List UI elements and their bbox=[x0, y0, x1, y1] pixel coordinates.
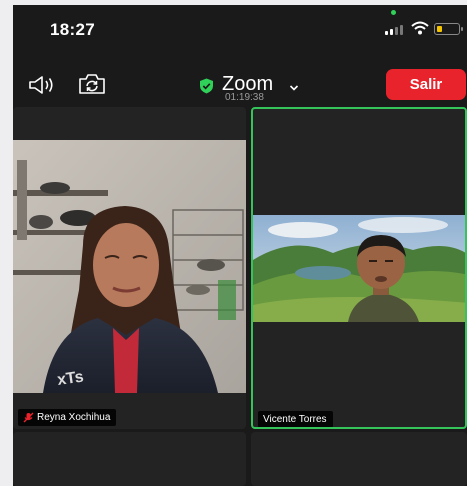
participant-tile-active-speaker[interactable]: Vicente Torres bbox=[251, 107, 467, 429]
muted-mic-icon bbox=[23, 412, 34, 423]
camera-switch-icon[interactable] bbox=[77, 71, 107, 97]
cellular-signal-icon bbox=[385, 23, 407, 35]
battery-icon bbox=[434, 23, 463, 35]
participant-tile[interactable]: xTs Reyna Xochihua bbox=[13, 107, 246, 429]
participant-tile-empty[interactable] bbox=[13, 432, 246, 486]
camera-in-use-indicator bbox=[391, 10, 396, 15]
shield-check-icon bbox=[199, 78, 214, 94]
participant-name: Vicente Torres bbox=[263, 414, 327, 425]
wifi-icon bbox=[411, 21, 429, 35]
participant-nameplate: Vicente Torres bbox=[258, 411, 333, 427]
meeting-timer: 01:19:38 bbox=[225, 92, 264, 103]
chevron-down-icon bbox=[289, 80, 299, 91]
participant-tile-empty[interactable] bbox=[251, 432, 467, 486]
zoom-meeting-screen: 18:27 Zoom 01:19:38 Salir xTs Reyna Xoch… bbox=[13, 5, 467, 486]
participant-name: Reyna Xochihua bbox=[37, 412, 111, 423]
leave-button[interactable]: Salir bbox=[386, 69, 466, 100]
participant-nameplate: Reyna Xochihua bbox=[18, 409, 117, 426]
status-time: 18:27 bbox=[50, 20, 95, 39]
speaker-icon[interactable] bbox=[26, 73, 58, 97]
participant-video bbox=[253, 215, 465, 322]
participant-video: xTs bbox=[13, 140, 246, 393]
